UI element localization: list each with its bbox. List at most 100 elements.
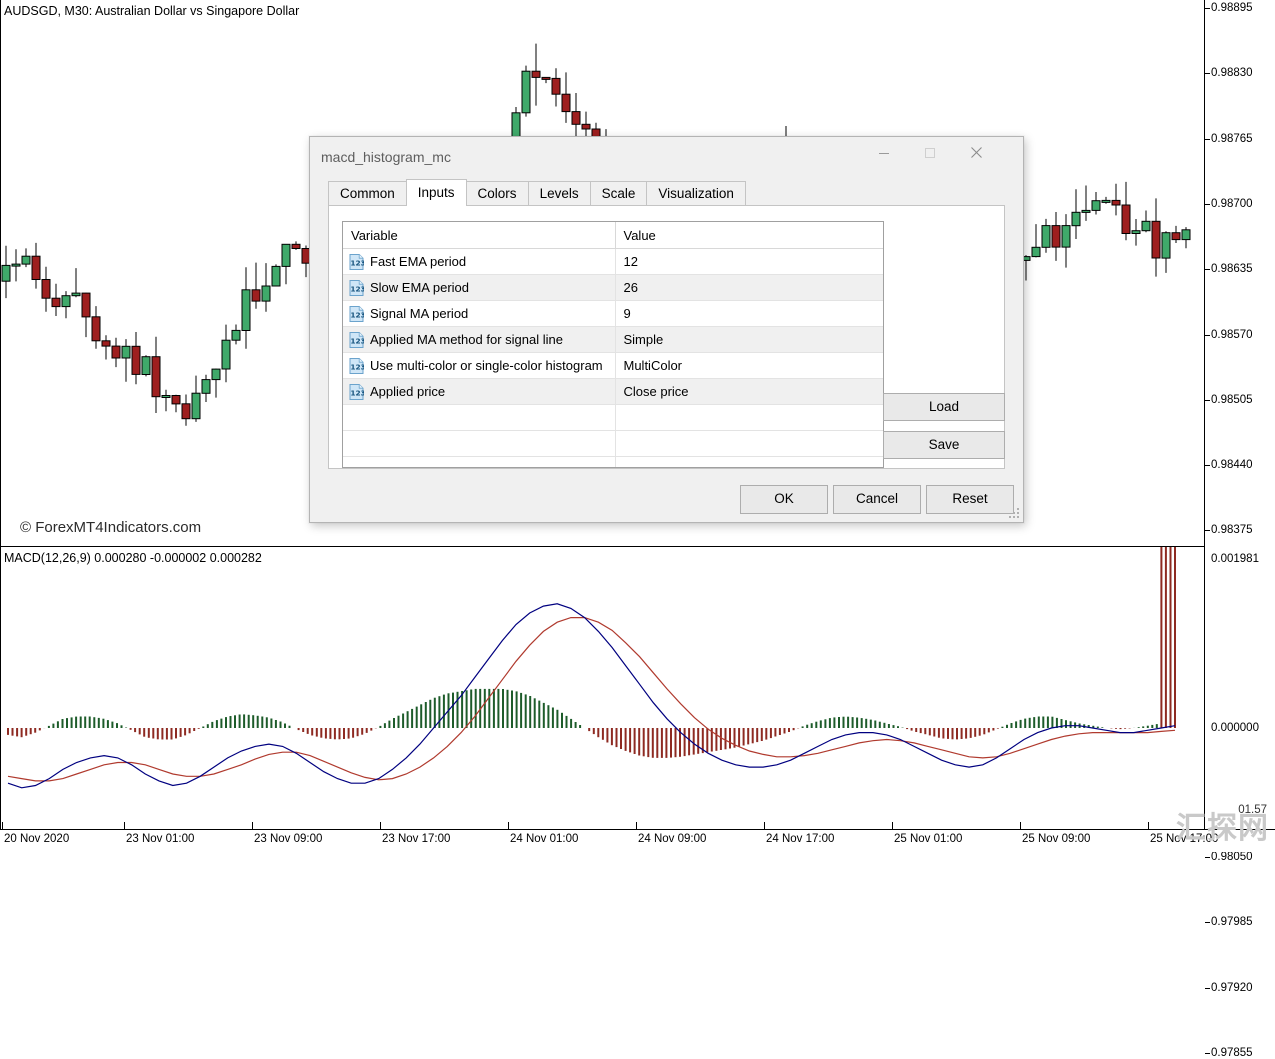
price-axis-tick <box>1205 73 1210 74</box>
empty-cell <box>343 457 615 469</box>
save-button[interactable]: Save <box>883 431 1005 459</box>
value-cell[interactable]: MultiColor <box>615 353 883 379</box>
price-axis-label: 0.97985 <box>1211 916 1253 928</box>
price-axis-tick <box>1205 8 1210 9</box>
column-header-variable: Variable <box>343 222 615 249</box>
time-axis-tick <box>380 822 381 830</box>
variable-label: Fast EMA period <box>370 254 466 269</box>
svg-text:123: 123 <box>350 284 364 293</box>
price-axis-label: 0.97855 <box>1211 1047 1253 1059</box>
time-axis-tick <box>252 822 253 830</box>
dialog-tabstrip[interactable]: CommonInputsColorsLevelsScaleVisualizati… <box>328 179 1023 205</box>
table-empty-row <box>343 457 883 469</box>
tab-colors[interactable]: Colors <box>466 181 529 206</box>
price-axis-label: 0.98440 <box>1211 459 1253 471</box>
macd-plot <box>0 547 1205 830</box>
table-row[interactable]: 123 Applied MA method for signal line Simp… <box>343 327 883 353</box>
table-row[interactable]: 123 Signal MA period 9 <box>343 301 883 327</box>
cursor-readout-label: 01.57 <box>1238 804 1267 816</box>
minimize-button[interactable] <box>861 137 907 168</box>
svg-text:123: 123 <box>350 258 364 267</box>
inputs-table-container[interactable]: Variable Value 123 Fast EMA period 12123Sl… <box>342 221 884 468</box>
price-axis-label: 0.98635 <box>1211 263 1253 275</box>
variable-label: Signal MA period <box>370 306 468 321</box>
value-cell[interactable]: Simple <box>615 327 883 353</box>
ok-button[interactable]: OK <box>740 485 828 514</box>
price-axis-label: 0.98700 <box>1211 198 1253 210</box>
number-input-icon: 123 <box>349 332 364 348</box>
time-axis-tick <box>508 822 509 830</box>
price-axis-tick <box>1205 204 1210 205</box>
tab-inputs[interactable]: Inputs <box>406 179 467 206</box>
variable-cell: 123Slow EMA period <box>343 275 615 301</box>
macd-axis-label: 0.001981 <box>1211 553 1259 565</box>
price-axis-tick <box>1205 922 1210 923</box>
time-axis-label: 25 Nov 09:00 <box>1022 833 1090 845</box>
macd-scale-axis[interactable]: 0.001981 0.000000 <box>1204 547 1275 830</box>
price-axis-tick <box>1205 335 1210 336</box>
price-scale-axis[interactable]: 0.988950.988300.987650.987000.986350.985… <box>1204 0 1275 546</box>
variable-label: Applied MA method for signal line <box>370 332 563 347</box>
tab-common[interactable]: Common <box>328 181 407 206</box>
load-button[interactable]: Load <box>883 393 1005 421</box>
value-cell[interactable]: 9 <box>615 301 883 327</box>
variable-cell: 123Applied price <box>343 379 615 405</box>
maximize-button[interactable] <box>907 137 953 168</box>
macd-axis-label: 0.000000 <box>1211 722 1259 734</box>
price-axis-tick <box>1205 400 1210 401</box>
table-row[interactable]: 123 Use multi-color or single-color histo… <box>343 353 883 379</box>
time-axis-label: 20 Nov 2020 <box>4 833 69 845</box>
macd-subwindow-pane[interactable]: MACD(12,26,9) 0.000280 -0.000002 0.00028… <box>0 547 1205 830</box>
price-axis-label: 0.98375 <box>1211 524 1253 536</box>
value-cell[interactable]: 26 <box>615 275 883 301</box>
table-empty-row <box>343 405 883 431</box>
table-row[interactable]: 123 Fast EMA period 12 <box>343 249 883 275</box>
reset-button[interactable]: Reset <box>926 485 1014 514</box>
time-scale-axis[interactable]: 20 Nov 202023 Nov 01:0023 Nov 09:0023 No… <box>0 829 1275 852</box>
value-cell[interactable]: Close price <box>615 379 883 405</box>
variable-label: Use multi-color or single-color histogra… <box>370 358 603 373</box>
time-axis-label: 25 Nov 17:00 <box>1150 833 1218 845</box>
price-axis-label: 0.98050 <box>1211 851 1253 863</box>
price-axis-label: 0.98570 <box>1211 329 1253 341</box>
variable-cell: 123 Applied MA method for signal line <box>343 327 615 353</box>
time-axis-label: 23 Nov 09:00 <box>254 833 322 845</box>
price-axis-tick <box>1205 1053 1210 1054</box>
price-axis-tick <box>1205 857 1210 858</box>
tab-levels[interactable]: Levels <box>528 181 591 206</box>
number-input-icon: 123 <box>349 384 364 400</box>
cancel-button[interactable]: Cancel <box>833 485 921 514</box>
inputs-table: Variable Value 123 Fast EMA period 12123Sl… <box>343 222 883 468</box>
resize-grip-icon[interactable] <box>1008 507 1020 519</box>
svg-text:123: 123 <box>350 310 364 319</box>
svg-text:123: 123 <box>350 362 364 371</box>
close-button[interactable] <box>953 137 999 168</box>
inputs-table-body: 123 Fast EMA period 12123Slow EMA period26… <box>343 249 883 469</box>
number-input-icon: 123 <box>349 358 364 374</box>
close-icon <box>970 146 983 159</box>
svg-text:123: 123 <box>350 336 364 345</box>
time-axis-label: 23 Nov 01:00 <box>126 833 194 845</box>
price-axis-label: 0.98830 <box>1211 67 1253 79</box>
tab-scale[interactable]: Scale <box>590 181 648 206</box>
value-cell[interactable]: 12 <box>615 249 883 275</box>
number-input-icon: 123 <box>349 254 364 270</box>
dialog-titlebar[interactable]: macd_histogram_mc <box>310 137 1023 179</box>
time-axis-tick <box>764 822 765 830</box>
price-axis-tick <box>1205 988 1210 989</box>
variable-cell: 123 Signal MA period <box>343 301 615 327</box>
minimize-icon <box>878 147 890 159</box>
maximize-icon <box>924 147 936 159</box>
price-axis-label: 0.98765 <box>1211 133 1253 145</box>
time-axis-tick <box>1020 822 1021 830</box>
table-row[interactable]: 123Applied priceClose price <box>343 379 883 405</box>
price-axis-tick <box>1205 465 1210 466</box>
price-axis-label: 0.98505 <box>1211 394 1253 406</box>
tab-visualization[interactable]: Visualization <box>646 181 746 206</box>
mt4-chart-window: AUDSGD, M30: Australian Dollar vs Singap… <box>0 0 1275 852</box>
indicator-properties-dialog[interactable]: macd_histogram_mc CommonInputsColorsLeve… <box>309 136 1024 523</box>
table-row[interactable]: 123Slow EMA period26 <box>343 275 883 301</box>
table-header-row: Variable Value <box>343 222 883 249</box>
number-input-icon: 123 <box>349 306 364 322</box>
time-axis-label: 25 Nov 01:00 <box>894 833 962 845</box>
